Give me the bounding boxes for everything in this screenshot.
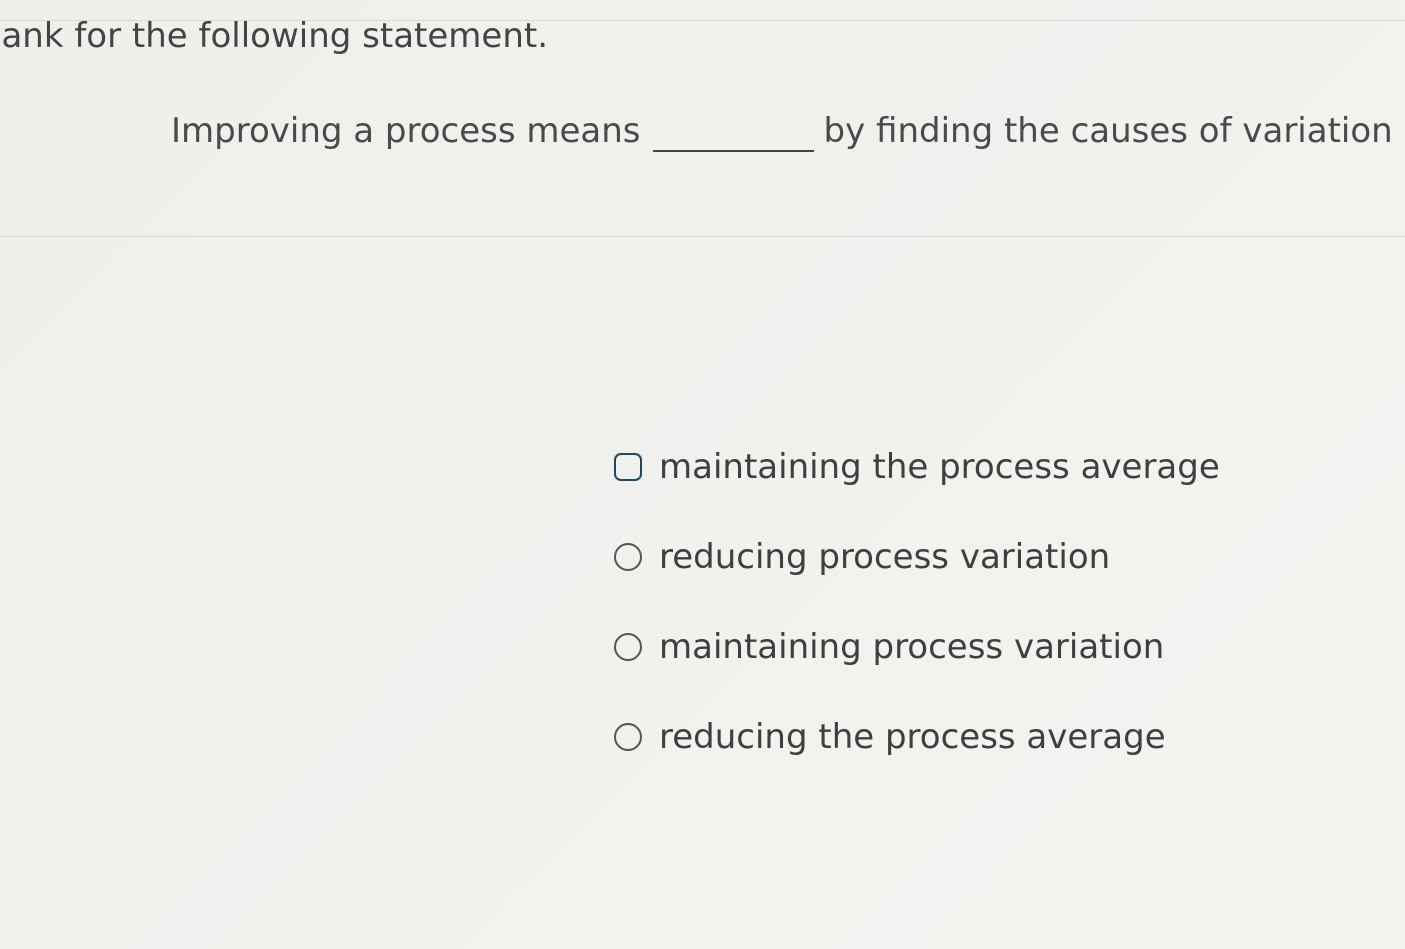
answer-option-label: maintaining the process average	[659, 447, 1220, 487]
answer-option-reducing-process-variation[interactable]: reducing process variation	[614, 537, 1234, 633]
answer-option-label: reducing process variation	[659, 537, 1111, 577]
radio-button-icon[interactable]	[614, 543, 642, 571]
statement-before-blank: Improving a process means	[171, 111, 641, 151]
answer-options: maintaining the process average reducing…	[614, 447, 1234, 813]
radio-button-icon[interactable]	[614, 723, 642, 751]
answer-option-maintaining-process-variation[interactable]: maintaining process variation	[614, 627, 1234, 723]
answer-option-label: reducing the process average	[659, 717, 1166, 757]
question-instruction: lank for the following statement.	[0, 16, 549, 56]
answer-option-label: maintaining process variation	[659, 627, 1165, 667]
radio-button-icon[interactable]	[614, 633, 642, 661]
statement-after-blank: by finding the causes of variation and e…	[823, 111, 1405, 151]
answer-blank	[652, 110, 814, 152]
answer-option-maintaining-process-average[interactable]: maintaining the process average	[614, 447, 1234, 543]
question-statement: Improving a process means by finding the …	[171, 110, 1405, 170]
quiz-page: lank for the following statement. Improv…	[0, 0, 1405, 949]
answer-option-reducing-process-average[interactable]: reducing the process average	[614, 717, 1234, 813]
radio-button-icon[interactable]	[614, 453, 642, 481]
section-divider	[0, 236, 1405, 237]
